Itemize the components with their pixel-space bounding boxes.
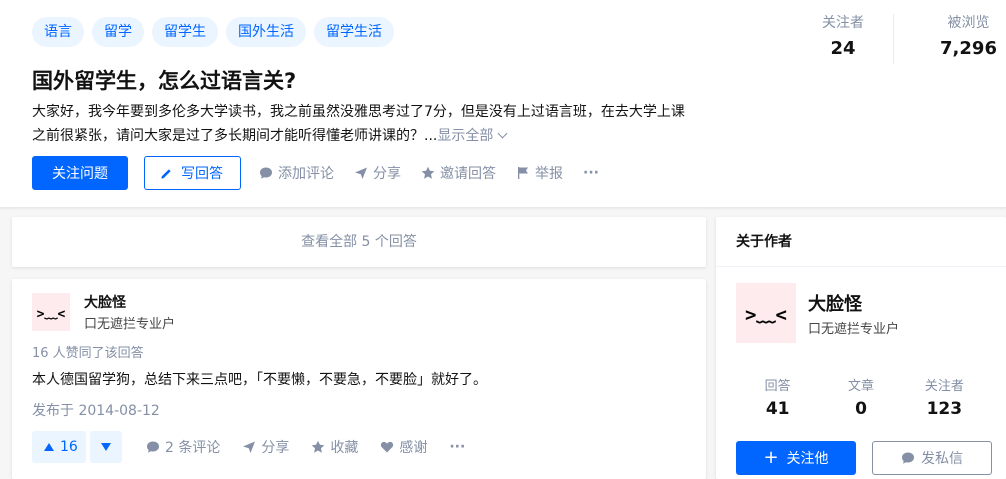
question-actions: 关注问题 写回答 添加评论 分享 邀请回答 举报 ··· [32, 156, 599, 190]
comment-icon [147, 441, 159, 453]
share-icon [355, 167, 367, 179]
arrow-up-icon [44, 443, 54, 451]
topic-tag[interactable]: 语言 [32, 17, 84, 47]
share-answer-label: 分享 [261, 440, 290, 456]
topic-tag[interactable]: 留学 [92, 17, 144, 47]
vote-summary[interactable]: 16 人赞同了该回答 [32, 342, 144, 361]
author-followers-label: 关注者 [924, 379, 964, 394]
answer-item: >﹏< 大脸怪 口无遮拦专业户 16 人赞同了该回答 本人德国留学狗，总结下来三… [12, 279, 706, 479]
heart-icon [381, 441, 394, 453]
follow-question-label: 关注问题 [52, 166, 108, 182]
show-all-label: 显示全部 [437, 128, 494, 144]
author-followers-value: 123 [926, 399, 963, 419]
write-answer-button[interactable]: 写回答 [144, 156, 241, 190]
share-answer-button[interactable]: 分享 [242, 437, 289, 457]
comment-icon [902, 452, 914, 464]
author-sidebar: 关于作者 >﹏< 大脸怪 口无遮拦专业户 回答 41 文章 0 关注者 123 … [716, 217, 1006, 479]
question-title[interactable]: 国外留学生，怎么过语言关? [32, 65, 296, 95]
chevron-down-icon [497, 128, 508, 139]
more-icon: ··· [583, 165, 599, 181]
question-detail: 大家好，我今年要到多伦多大学读书，我之前虽然没雅思考过了7分，但是没有上过语言班… [32, 100, 692, 148]
author-followers-stat[interactable]: 关注者 123 [903, 375, 986, 419]
report-button[interactable]: 举报 [516, 163, 563, 183]
comment-icon [260, 167, 272, 179]
topic-tag[interactable]: 国外生活 [226, 17, 306, 47]
follow-question-button[interactable]: 关注问题 [32, 156, 128, 190]
answers-stat-label: 回答 [764, 379, 791, 394]
comments-button[interactable]: 2 条评论 [146, 437, 220, 457]
collect-label: 收藏 [330, 440, 359, 456]
upvote-button[interactable]: 16 [32, 431, 86, 463]
thanks-label: 感谢 [399, 440, 428, 456]
downvote-button[interactable] [90, 431, 122, 463]
send-message-button[interactable]: 发私信 [872, 441, 992, 475]
follow-author-button[interactable]: + 关注他 [736, 441, 856, 475]
avatar-face: >﹏< [745, 303, 787, 326]
follow-author-label: 关注他 [786, 451, 829, 467]
followers-stat-value: 24 [830, 38, 856, 59]
author-stats: 回答 41 文章 0 关注者 123 [736, 375, 986, 419]
view-all-answers-label: 查看全部 5 个回答 [301, 234, 417, 250]
answers-stat-value: 41 [765, 399, 790, 419]
topic-tag[interactable]: 留学生活 [314, 17, 394, 47]
flag-icon [518, 167, 528, 179]
share-icon [243, 441, 256, 453]
share-label: 分享 [373, 166, 401, 182]
invite-answer-button[interactable]: 邀请回答 [421, 163, 496, 183]
more-button[interactable]: ··· [583, 165, 599, 181]
sidebar-author-bio: 口无遮拦专业户 [808, 322, 900, 337]
star-icon [421, 166, 435, 179]
upvote-count: 16 [60, 439, 78, 455]
share-button[interactable]: 分享 [354, 163, 401, 183]
sidebar-author-name[interactable]: 大脸怪 [808, 290, 862, 316]
publish-date[interactable]: 发布于 2014-08-12 [32, 400, 160, 420]
question-stats: 关注者 24 被浏览 7,296 [793, 12, 1006, 64]
comments-label: 2 条评论 [165, 440, 221, 456]
views-stat-label: 被浏览 [947, 15, 990, 31]
plus-icon: + [763, 447, 779, 468]
topic-list: 语言 留学 留学生 国外生活 留学生活 [32, 17, 394, 47]
add-comment-label: 添加评论 [278, 166, 334, 182]
invite-answer-label: 邀请回答 [440, 166, 496, 182]
followers-stat-label: 关注者 [822, 15, 864, 31]
topic-tag[interactable]: 留学生 [152, 17, 218, 47]
articles-stat-label: 文章 [847, 379, 874, 394]
author-name[interactable]: 大脸怪 [84, 292, 126, 312]
avatar[interactable]: >﹏< [736, 283, 796, 343]
report-label: 举报 [535, 166, 563, 182]
send-message-label: 发私信 [921, 451, 963, 467]
add-comment-button[interactable]: 添加评论 [259, 163, 334, 183]
more-icon: ··· [449, 439, 466, 455]
question-detail-text: 大家好，我今年要到多伦多大学读书，我之前虽然没雅思考过了7分，但是没有上过语言班… [32, 104, 685, 144]
avatar-face: >﹏< [36, 306, 66, 322]
thanks-button[interactable]: 感谢 [380, 437, 427, 457]
followers-stat[interactable]: 关注者 24 [793, 12, 893, 64]
views-stat-value: 7,296 [940, 38, 997, 59]
view-all-answers-button[interactable]: 查看全部 5 个回答 [12, 217, 706, 267]
views-stat: 被浏览 7,296 [894, 12, 1006, 64]
star-icon [312, 440, 325, 453]
sidebar-title: 关于作者 [716, 217, 1006, 267]
answer-more-button[interactable]: ··· [449, 439, 465, 455]
answer-actions: 16 2 条评论 分享 收藏 感谢 ··· [32, 431, 465, 463]
avatar[interactable]: >﹏< [32, 293, 70, 331]
articles-stat-value: 0 [855, 399, 867, 419]
pencil-icon [161, 168, 171, 179]
show-all-button[interactable]: 显示全部 [437, 128, 508, 144]
answers-stat[interactable]: 回答 41 [736, 375, 819, 419]
question-header: 语言 留学 留学生 国外生活 留学生活 国外留学生，怎么过语言关? 大家好，我今… [0, 0, 1006, 207]
author-bio: 口无遮拦专业户 [84, 317, 176, 332]
write-answer-label: 写回答 [181, 166, 223, 182]
arrow-down-icon [101, 443, 111, 451]
answer-content: 本人德国留学狗，总结下来三点吧，「不要懒，不要急，不要脸」就好了。 [32, 372, 487, 388]
articles-stat[interactable]: 文章 0 [819, 375, 902, 419]
collect-button[interactable]: 收藏 [311, 437, 358, 457]
